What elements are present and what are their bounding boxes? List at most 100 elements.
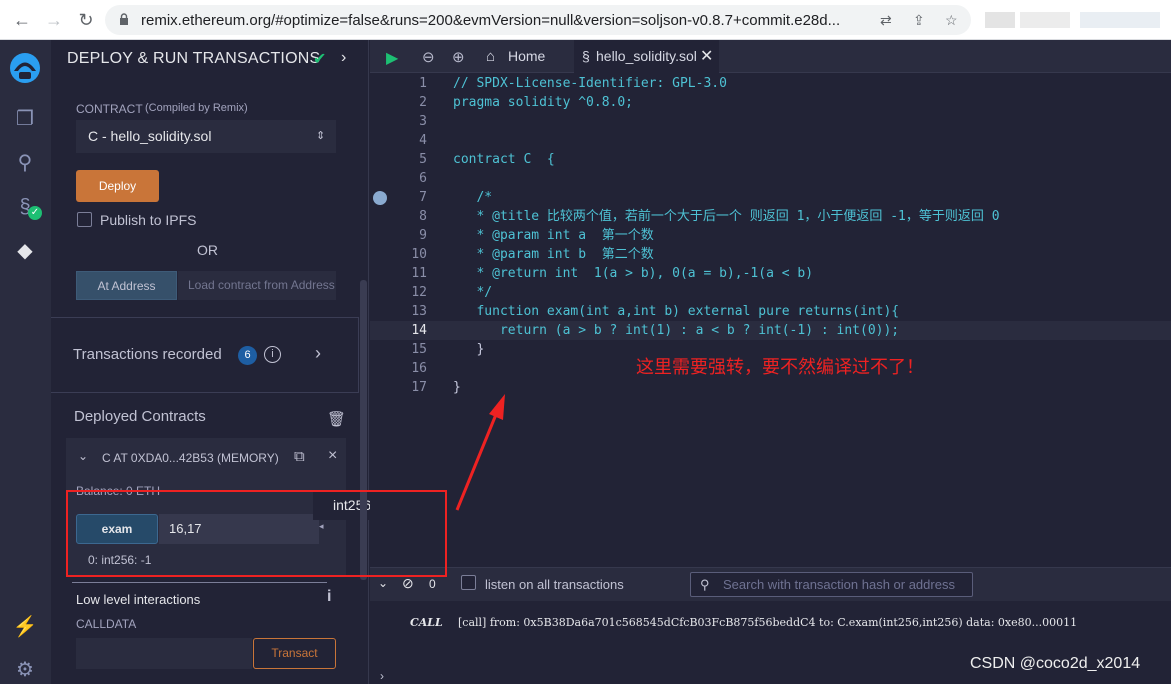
line-number: 6 xyxy=(419,171,427,186)
line-text: * @param int b 第二个数 xyxy=(453,247,654,262)
publish-ipfs-checkbox[interactable] xyxy=(77,212,92,227)
line-number: 7 xyxy=(419,190,427,205)
tab-hello-solidity[interactable]: § hello_solidity.sol ✕ xyxy=(574,40,719,73)
watermark: CSDN @coco2d_x2014 xyxy=(970,655,1141,672)
check-icon: ✔ xyxy=(313,51,327,68)
code-line: 7 /* xyxy=(370,188,1171,207)
line-number: 8 xyxy=(419,209,427,224)
listen-label: listen on all transactions xyxy=(485,577,624,592)
publish-ipfs-label: Publish to IPFS xyxy=(100,212,197,228)
collapse-chevron-icon[interactable]: ⌄ xyxy=(78,449,88,463)
load-contract-input[interactable]: Load contract from Address xyxy=(178,271,336,300)
line-text: // SPDX-License-Identifier: GPL-3.0 xyxy=(453,76,727,91)
code-line: 13 function exam(int a,int b) external p… xyxy=(370,302,1171,321)
code-line: 9 * @param int a 第一个数 xyxy=(370,226,1171,245)
code-line: 11 * @return int 1(a > b), 0(a = b),-1(a… xyxy=(370,264,1171,283)
line-number: 1 xyxy=(419,76,427,91)
settings-gear-icon[interactable]: ⚙ xyxy=(10,655,40,684)
pending-tx-count: 0 xyxy=(429,577,436,591)
tx-recorded-label: Transactions recorded xyxy=(73,346,222,363)
line-number: 3 xyxy=(419,114,427,129)
line-text: } xyxy=(453,342,485,357)
transact-button[interactable]: Transact xyxy=(253,638,336,669)
line-text: */ xyxy=(453,285,493,300)
deploy-button[interactable]: Deploy xyxy=(76,170,159,202)
instance-title: C AT 0XDA0...42B53 (MEMORY) xyxy=(102,451,279,465)
zoom-in-icon[interactable]: ⊕ xyxy=(452,48,465,66)
code-line: 3 xyxy=(370,112,1171,131)
line-text: * @param int a 第一个数 xyxy=(453,228,654,243)
close-tab-icon[interactable]: ✕ xyxy=(700,40,713,73)
line-text: return (a > b ? int(1) : a < b ? int(-1)… xyxy=(453,323,900,338)
line-number: 16 xyxy=(411,361,427,376)
tab-home-label: Home xyxy=(508,48,546,64)
calldata-input[interactable] xyxy=(76,638,252,669)
translate-icon[interactable]: ⇄ xyxy=(880,12,892,29)
line-text: * @title 比较两个值，若前一个大于后一个 则返回 1，小于便返回 -1，… xyxy=(453,209,1000,224)
panel-title: DEPLOY & RUN TRANSACTIONS xyxy=(67,50,321,67)
contract-select[interactable]: C - hello_solidity.sol ⇕ xyxy=(76,120,336,153)
code-line: 14 return (a > b ? int(1) : a < b ? int(… xyxy=(370,321,1171,340)
info-icon[interactable]: i xyxy=(327,588,331,606)
search-placeholder: Search with transaction hash or address xyxy=(723,577,955,592)
file-explorer-icon[interactable]: ❐ xyxy=(10,104,40,134)
low-level-label: Low level interactions xyxy=(76,592,201,607)
code-line: 12 */ xyxy=(370,283,1171,302)
collapse-terminal-icon[interactable]: ⌄ xyxy=(378,576,388,590)
tab-home[interactable]: ⌂ Home xyxy=(480,40,570,73)
line-text: function exam(int a,int b) external pure… xyxy=(453,304,900,319)
select-arrows-icon: ⇕ xyxy=(316,130,326,142)
address-bar[interactable]: remix.ethereum.org/#optimize=false&runs=… xyxy=(105,5,971,35)
line-number: 2 xyxy=(419,95,427,110)
line-number: 4 xyxy=(419,133,427,148)
remix-window: ← → ↻ remix.ethereum.org/#optimize=false… xyxy=(0,0,1171,684)
back-icon[interactable]: ← xyxy=(12,10,32,30)
listen-checkbox[interactable] xyxy=(461,575,476,590)
compiled-by-label: (Compiled by Remix) xyxy=(145,102,248,114)
browser-toolbar: ← → ↻ remix.ethereum.org/#optimize=false… xyxy=(0,0,1171,40)
check-badge-icon: ✓ xyxy=(28,206,42,220)
prompt-chevron-icon: › xyxy=(380,669,384,683)
deploy-run-icon[interactable]: ◆ xyxy=(10,236,40,266)
trash-icon[interactable]: 🗑 xyxy=(327,410,346,428)
remix-logo-icon[interactable] xyxy=(7,50,43,86)
line-number: 10 xyxy=(411,247,427,262)
line-number: 9 xyxy=(419,228,427,243)
line-text: /* xyxy=(453,190,493,205)
deploy-run-panel: DEPLOY & RUN TRANSACTIONS ✔ › CONTRACT (… xyxy=(51,40,447,684)
log-call-tag: CALL xyxy=(410,616,443,629)
code-line: 5 contract C { xyxy=(370,150,1171,169)
url-text: remix.ethereum.org/#optimize=false&runs=… xyxy=(141,12,841,29)
chevron-right-icon[interactable]: › xyxy=(341,49,346,67)
deployed-contracts-label: Deployed Contracts xyxy=(74,408,206,425)
info-icon[interactable]: i xyxy=(264,346,281,363)
star-icon[interactable]: ☆ xyxy=(945,12,958,29)
home-icon: ⌂ xyxy=(486,48,496,65)
line-number: 17 xyxy=(411,380,427,395)
plugin-manager-icon[interactable]: ⚡ xyxy=(10,612,40,642)
terminal-search-input[interactable]: ⚲ Search with transaction hash or addres… xyxy=(690,572,973,597)
clear-console-icon[interactable]: ⊘ xyxy=(402,575,414,592)
line-number: 15 xyxy=(411,342,427,357)
search-icon[interactable]: ⚲ xyxy=(10,148,40,178)
line-text: contract C { xyxy=(453,152,555,167)
blurred-region xyxy=(1080,12,1160,28)
highlight-box xyxy=(66,490,447,577)
zoom-out-icon[interactable]: ⊖ xyxy=(422,48,435,66)
code-line: 10 * @param int b 第二个数 xyxy=(370,245,1171,264)
reload-icon[interactable]: ↻ xyxy=(76,10,96,30)
at-address-button[interactable]: At Address xyxy=(76,271,177,300)
annotation-text: 这里需要强转，要不然编译过不了！ xyxy=(636,357,924,377)
line-number: 14 xyxy=(411,323,427,338)
chevron-right-icon[interactable]: › xyxy=(315,343,321,364)
close-icon[interactable]: × xyxy=(328,447,337,465)
transactions-recorded-section[interactable]: Transactions recorded 6 i › xyxy=(51,317,359,393)
blurred-region xyxy=(1020,12,1070,28)
share-icon[interactable]: ⇪ xyxy=(913,12,925,29)
run-play-icon[interactable]: ▶ xyxy=(386,48,398,68)
annotation-arrow xyxy=(455,394,505,511)
forward-icon[interactable]: → xyxy=(44,10,64,30)
log-call-text[interactable]: [call] from: 0x5B38Da6a701c568545dCfcB03… xyxy=(458,616,1077,629)
contract-label: CONTRACT xyxy=(76,102,143,116)
copy-icon[interactable]: ⧉ xyxy=(294,448,305,465)
